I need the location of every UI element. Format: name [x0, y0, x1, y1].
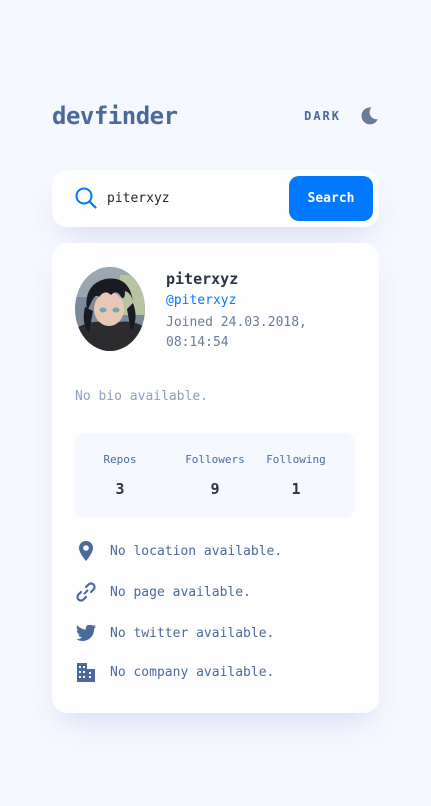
avatar [75, 267, 145, 351]
stat-repos: Repos 3 [75, 453, 165, 498]
theme-toggle[interactable]: DARK [304, 106, 379, 126]
location-row: No location available. [75, 539, 282, 563]
stat-label: Followers [185, 453, 245, 466]
logo: devfinder [52, 102, 178, 130]
search-icon [75, 187, 97, 209]
location-pin-icon [75, 540, 97, 562]
stat-value: 1 [291, 480, 301, 498]
stat-following: Following 1 [251, 453, 341, 498]
profile-username-link[interactable]: @piterxyz [166, 293, 236, 308]
stat-value: 9 [210, 480, 220, 498]
moon-icon[interactable] [359, 106, 379, 126]
search-input[interactable] [107, 184, 277, 212]
twitter-icon [75, 622, 97, 644]
search-bar: Search [52, 170, 379, 227]
profile-name: piterxyz [166, 270, 239, 288]
stats-panel: Repos 3 Followers 9 Following 1 [75, 433, 355, 518]
header: devfinder DARK [52, 100, 379, 132]
twitter-text: No twitter available. [110, 625, 275, 641]
search-button[interactable]: Search [289, 176, 373, 221]
company-row: No company available. [75, 660, 274, 684]
page-text: No page available. [110, 584, 251, 600]
stat-followers: Followers 9 [170, 453, 260, 498]
stat-label: Following [266, 453, 326, 466]
building-icon [75, 661, 97, 683]
stat-label: Repos [103, 453, 137, 466]
stat-value: 3 [115, 480, 125, 498]
location-text: No location available. [110, 543, 283, 559]
twitter-row: No twitter available. [75, 621, 274, 645]
profile-card: piterxyz @piterxyz Joined 24.03.2018, 08… [52, 243, 379, 713]
company-text: No company available. [110, 664, 275, 680]
link-icon [75, 581, 97, 603]
joined-date: Joined 24.03.2018, 08:14:54 [166, 315, 307, 350]
page-row: No page available. [75, 580, 251, 604]
theme-toggle-label[interactable]: DARK [304, 109, 341, 123]
profile-bio: No bio available. [75, 389, 209, 404]
